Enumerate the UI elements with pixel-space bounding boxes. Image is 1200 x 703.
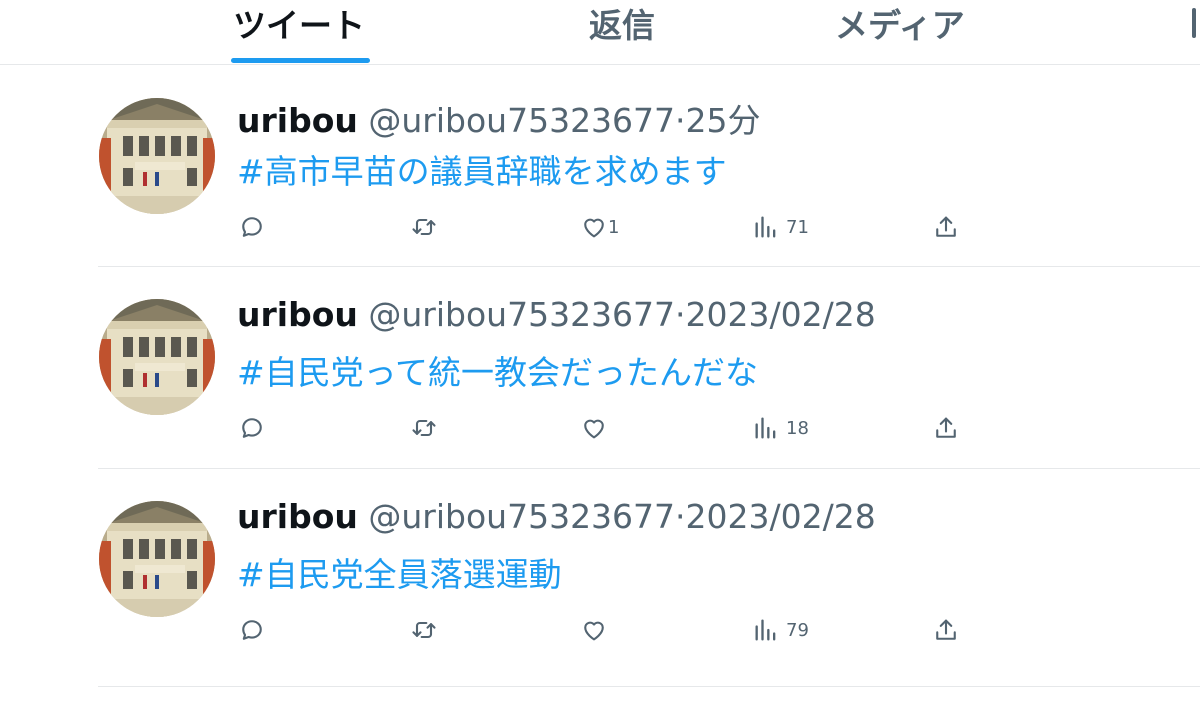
reply-icon <box>242 418 262 438</box>
share-button[interactable] <box>932 414 960 442</box>
display-name[interactable]: uribou <box>237 295 358 334</box>
tweet-hashtag-link[interactable]: #自民党全員落選運動 <box>237 548 562 596</box>
tweet-header: uribou @uribou75323677·2023/02/28 <box>237 295 876 334</box>
views-button[interactable]: 71 <box>752 213 809 241</box>
tweet-header: uribou @uribou75323677·2023/02/28 <box>237 497 876 536</box>
tab-replies[interactable]: 返信 <box>589 0 655 64</box>
reply-icon <box>242 217 262 237</box>
views-icon <box>755 619 776 641</box>
tweet-timestamp[interactable]: 2023/02/28 <box>686 497 876 536</box>
display-name[interactable]: uribou <box>237 101 358 140</box>
reply-button[interactable] <box>238 616 266 644</box>
share-icon <box>936 619 956 640</box>
share-button[interactable] <box>932 616 960 644</box>
avatar[interactable] <box>99 501 215 617</box>
view-count: 71 <box>786 216 809 238</box>
user-handle[interactable]: @uribou75323677 <box>368 101 675 140</box>
separator-dot: · <box>675 497 686 536</box>
tweet-timestamp[interactable]: 25分 <box>686 101 761 140</box>
tweet-header: uribou @uribou75323677·25分 <box>237 94 761 142</box>
reply-icon <box>242 620 262 640</box>
retweet-icon <box>412 621 436 639</box>
building-photo-avatar <box>99 501 215 617</box>
views-button[interactable]: 18 <box>752 414 809 442</box>
user-handle[interactable]: @uribou75323677 <box>368 497 675 536</box>
retweet-button[interactable] <box>410 414 438 442</box>
views-button[interactable]: 79 <box>752 616 809 644</box>
active-tab-indicator <box>231 58 370 63</box>
like-icon <box>584 419 604 439</box>
view-count: 18 <box>786 417 809 439</box>
display-name[interactable]: uribou <box>237 497 358 536</box>
building-photo-avatar <box>99 98 215 214</box>
tweet-actions: 18 <box>0 414 1200 446</box>
tweet-actions: 1 71 <box>0 213 1200 245</box>
share-icon <box>936 417 956 438</box>
tweet-divider <box>98 686 1200 687</box>
building-photo-avatar <box>99 299 215 415</box>
retweet-button[interactable] <box>410 213 438 241</box>
tweet-hashtag-link[interactable]: #高市早苗の議員辞職を求めます <box>237 145 727 193</box>
separator-dot: · <box>675 295 686 334</box>
reply-button[interactable] <box>238 213 266 241</box>
like-button[interactable] <box>580 616 608 644</box>
views-icon <box>755 417 776 439</box>
avatar[interactable] <box>99 98 215 214</box>
share-button[interactable] <box>932 213 960 241</box>
retweet-button[interactable] <box>410 616 438 644</box>
separator-dot: · <box>675 101 686 140</box>
tweet-timestamp[interactable]: 2023/02/28 <box>686 295 876 334</box>
retweet-icon <box>412 419 436 437</box>
tweet-divider <box>98 266 1200 267</box>
profile-tab-bar: ツイート 返信 メディア <box>0 0 1200 65</box>
tab-media[interactable]: メディア <box>835 0 965 64</box>
tweet[interactable]: uribou @uribou75323677·2023/02/28 #自民党って… <box>0 268 1200 470</box>
view-count: 79 <box>786 619 809 641</box>
like-count: 1 <box>608 216 620 238</box>
like-button[interactable]: 1 <box>580 213 619 241</box>
tab-tweets[interactable]: ツイート <box>233 0 365 64</box>
share-icon <box>936 216 956 237</box>
retweet-icon <box>412 218 436 236</box>
like-icon <box>584 218 604 238</box>
tweet-actions: 79 <box>0 616 1200 648</box>
like-button[interactable] <box>580 414 608 442</box>
avatar[interactable] <box>99 299 215 415</box>
tab-likes-cropped[interactable] <box>1186 0 1200 50</box>
tweet-divider <box>98 468 1200 469</box>
views-icon <box>755 216 776 238</box>
tweet[interactable]: uribou @uribou75323677·25分 #高市早苗の議員辞職を求め… <box>0 67 1200 269</box>
user-handle[interactable]: @uribou75323677 <box>368 295 675 334</box>
tweet[interactable]: uribou @uribou75323677·2023/02/28 #自民党全員… <box>0 470 1200 687</box>
like-icon <box>584 621 604 641</box>
reply-button[interactable] <box>238 414 266 442</box>
tweet-hashtag-link[interactable]: #自民党って統一教会だったんだな <box>237 346 758 394</box>
